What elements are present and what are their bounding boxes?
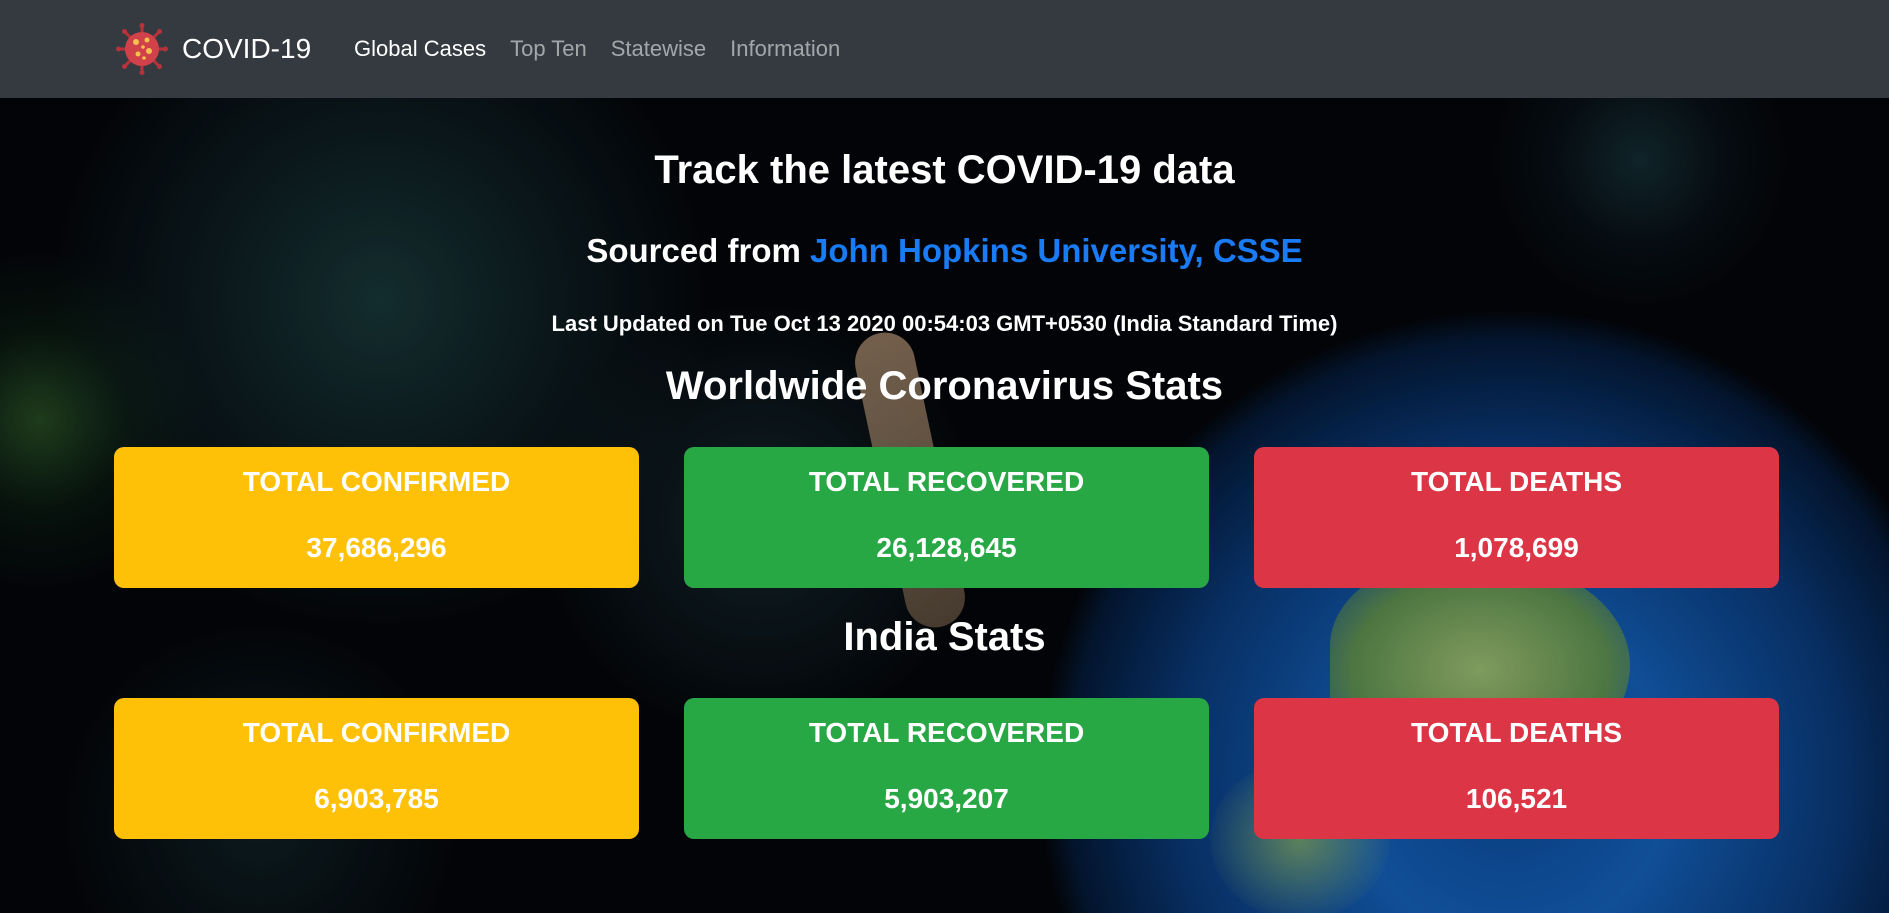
nav-link-global-cases[interactable]: Global Cases [354,22,486,76]
worldwide-recovered-card: TOTAL RECOVERED 26,128,645 [684,447,1209,588]
card-value: 1,078,699 [1454,532,1579,563]
card-label: TOTAL CONFIRMED [242,717,511,748]
nav-links: Global Cases Top Ten Statewise Informati… [354,22,864,76]
india-cards: TOTAL CONFIRMED 6,903,785 TOTAL RECOVERE… [114,698,1779,839]
card-value: 37,686,296 [306,532,447,563]
brand-link[interactable]: COVID-19 [116,22,311,76]
source-line: Sourced from John Hopkins University, CS… [0,231,1889,271]
card-label: TOTAL DEATHS [1410,717,1623,748]
nav-link-information[interactable]: Information [730,22,840,76]
worldwide-deaths-card: TOTAL DEATHS 1,078,699 [1254,447,1779,588]
brand-text: COVID-19 [182,33,312,64]
card-value: 6,903,785 [314,783,439,814]
card-label: TOTAL CONFIRMED [242,466,511,497]
card-value: 26,128,645 [876,532,1017,563]
card-value: 106,521 [1465,783,1568,814]
india-title: India Stats [843,615,1046,659]
card-label: TOTAL RECOVERED [808,466,1085,497]
source-link[interactable]: John Hopkins University, CSSE [810,232,1303,269]
page-title: Track the latest COVID-19 data [654,148,1235,192]
india-recovered-card: TOTAL RECOVERED 5,903,207 [684,698,1209,839]
india-deaths-card: TOTAL DEATHS 106,521 [1254,698,1779,839]
main-content: Track the latest COVID-19 data Sourced f… [0,98,1889,913]
worldwide-confirmed-card: TOTAL CONFIRMED 37,686,296 [114,447,639,588]
navbar: COVID-19 Global Cases Top Ten Statewise … [0,0,1889,98]
india-confirmed-card: TOTAL CONFIRMED 6,903,785 [114,698,639,839]
card-value: 5,903,207 [884,783,1009,814]
virus-icon [116,23,168,75]
source-prefix: Sourced from [586,232,811,269]
card-label: TOTAL RECOVERED [808,717,1085,748]
card-label: TOTAL DEATHS [1410,466,1623,497]
last-updated: Last Updated on Tue Oct 13 2020 00:54:03… [551,311,1338,336]
nav-link-statewise[interactable]: Statewise [611,22,706,76]
worldwide-cards: TOTAL CONFIRMED 37,686,296 TOTAL RECOVER… [114,447,1779,588]
worldwide-title: Worldwide Coronavirus Stats [665,364,1224,408]
nav-link-top-ten[interactable]: Top Ten [510,22,587,76]
